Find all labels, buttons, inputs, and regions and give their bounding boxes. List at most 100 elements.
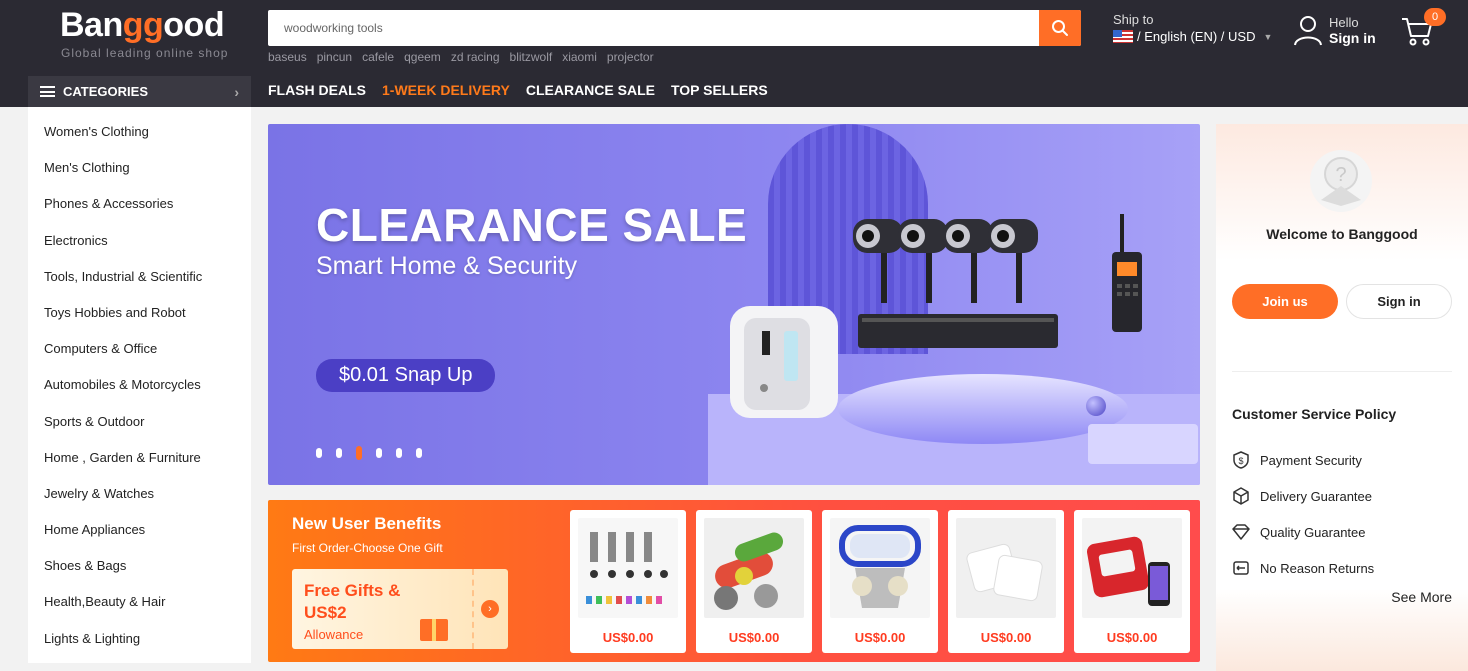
cart-button[interactable]: 0 [1400, 8, 1446, 50]
hot-word[interactable]: cafele [362, 50, 394, 64]
hot-search-words: baseus pincun cafele qgeem zd racing bli… [268, 50, 654, 64]
category-item[interactable]: Sports & Outdoor [28, 404, 251, 440]
search-button[interactable] [1039, 10, 1081, 46]
policy-item[interactable]: $ Payment Security [1232, 442, 1374, 478]
account-menu[interactable]: Hello Sign in [1293, 14, 1376, 46]
gift-products: US$0.00 US$0.00 US$0.00 US$0.00 US$0.00 [570, 510, 1190, 653]
categories-label: CATEGORIES [63, 84, 148, 99]
product-card[interactable]: US$0.00 [948, 510, 1064, 653]
header-sign-in-link[interactable]: Sign in [1329, 30, 1376, 46]
category-item[interactable]: Phones & Accessories [28, 186, 251, 222]
category-item[interactable]: Lights & Lighting [28, 621, 251, 657]
box-icon [1233, 487, 1249, 505]
category-item[interactable]: Electronics [28, 223, 251, 259]
carousel-dot[interactable] [316, 448, 322, 458]
dollar-shield-icon: $ [1233, 451, 1249, 469]
banner-podium [838, 374, 1128, 444]
nav-flash-deals[interactable]: FLASH DEALS [268, 82, 366, 98]
carousel-dot[interactable] [356, 446, 362, 460]
product-price: US$0.00 [854, 630, 906, 645]
banner-podium-side [1088, 424, 1198, 464]
carousel-dot[interactable] [336, 448, 342, 458]
category-item[interactable]: Men's Clothing [28, 150, 251, 186]
return-icon [1233, 561, 1249, 575]
category-item[interactable]: Jewelry & Watches [28, 476, 251, 512]
category-item[interactable]: Shoes & Bags [28, 548, 251, 584]
banner-cta-button[interactable]: $0.01 Snap Up [316, 359, 496, 392]
category-item[interactable]: Automobiles & Motorcycles [28, 367, 251, 403]
carousel-dot[interactable] [416, 448, 422, 458]
category-item[interactable]: Toys Hobbies and Robot [28, 295, 251, 331]
logo-tagline: Global leading online shop [61, 46, 229, 60]
hot-word[interactable]: zd racing [451, 50, 500, 64]
hot-word[interactable]: blitzwolf [510, 50, 553, 64]
banner-subtitle: Smart Home & Security [316, 252, 578, 280]
filter-pads-product-image [956, 518, 1056, 618]
menu-icon [40, 86, 55, 97]
coupon-allowance-label: Allowance [304, 627, 364, 642]
carousel-dot[interactable] [396, 448, 402, 458]
sign-in-button[interactable]: Sign in [1346, 284, 1452, 319]
banner-title: CLEARANCE SALE [316, 199, 748, 251]
avatar: ? [1310, 150, 1372, 212]
allowance-coupon[interactable]: Free Gifts & US$2 Allowance › [292, 569, 508, 649]
carousel-dot[interactable] [376, 448, 382, 458]
caret-down-icon: ▼ [1263, 31, 1273, 42]
category-item[interactable]: Health,Beauty & Hair [28, 584, 251, 620]
policy-label: Delivery Guarantee [1260, 488, 1372, 504]
cart-count-badge: 0 [1424, 8, 1446, 26]
hero-banner[interactable]: CLEARANCE SALE Smart Home & Security $0.… [268, 124, 1200, 485]
coupon-tear-line [472, 569, 474, 649]
new-user-benefits: New User Benefits First Order-Choose One… [268, 500, 1200, 662]
keychain-product-image [704, 518, 804, 618]
policy-title: Customer Service Policy [1232, 406, 1397, 422]
nav-1-week-delivery[interactable]: 1-WEEK DELIVERY [382, 82, 510, 98]
join-us-button[interactable]: Join us [1232, 284, 1338, 319]
hot-word[interactable]: qgeem [404, 50, 441, 64]
smart-device-product-image [1082, 518, 1182, 618]
carousel-indicators [316, 446, 422, 460]
product-card[interactable]: US$0.00 [570, 510, 686, 653]
respirator-mask-product-image [830, 518, 930, 618]
policy-label: No Reason Returns [1260, 560, 1375, 576]
policy-item[interactable]: No Reason Returns [1232, 550, 1374, 586]
category-item[interactable]: Women's Clothing [28, 114, 251, 150]
policy-item[interactable]: Quality Guarantee [1232, 514, 1374, 550]
welcome-text: Welcome to Banggood [1266, 226, 1418, 242]
product-card[interactable]: US$0.00 [1074, 510, 1190, 653]
hot-word[interactable]: xiaomi [562, 50, 597, 64]
coupon-text: Free Gifts & US$2 [304, 581, 401, 622]
walkie-talkie-image [1112, 214, 1142, 332]
banggood-logo[interactable]: Banggood [60, 6, 225, 45]
category-item[interactable]: Tools, Industrial & Scientific [28, 259, 251, 295]
nav-top-sellers[interactable]: TOP SELLERS [671, 82, 768, 98]
account-panel: ? Welcome to Banggood Join us Sign in Cu… [1216, 124, 1468, 671]
gift-box-icon [420, 619, 448, 641]
decorative-sphere [1086, 396, 1106, 416]
nav-clearance-sale[interactable]: CLEARANCE SALE [526, 82, 655, 98]
categories-header[interactable]: CATEGORIES › [28, 76, 251, 107]
security-camera-kit-image [853, 219, 1058, 348]
policy-label: Quality Guarantee [1260, 524, 1366, 540]
hello-label: Hello [1329, 14, 1359, 30]
user-icon [1294, 16, 1322, 46]
main-nav: FLASH DEALS 1-WEEK DELIVERY CLEARANCE SA… [268, 82, 768, 98]
hot-word[interactable]: pincun [317, 50, 352, 64]
clips-product-image [578, 518, 678, 618]
category-item[interactable]: Home , Garden & Furniture [28, 440, 251, 476]
chevron-right-icon[interactable]: › [481, 600, 499, 618]
product-card[interactable]: US$0.00 [822, 510, 938, 653]
see-more-link[interactable]: See More [1391, 589, 1452, 605]
hot-word[interactable]: baseus [268, 50, 307, 64]
product-card[interactable]: US$0.00 [696, 510, 812, 653]
ship-to-selector[interactable]: Ship to / English (EN) / USD ▼ [1113, 12, 1272, 44]
search-input[interactable] [268, 10, 1028, 46]
search-icon [1052, 20, 1068, 36]
policy-item[interactable]: Delivery Guarantee [1232, 478, 1374, 514]
ship-to-label: Ship to [1113, 12, 1154, 27]
category-item[interactable]: Home Appliances [28, 512, 251, 548]
hot-word[interactable]: projector [607, 50, 654, 64]
product-price: US$0.00 [980, 630, 1032, 645]
category-item[interactable]: Computers & Office [28, 331, 251, 367]
question-avatar-icon: ? [1321, 157, 1361, 206]
